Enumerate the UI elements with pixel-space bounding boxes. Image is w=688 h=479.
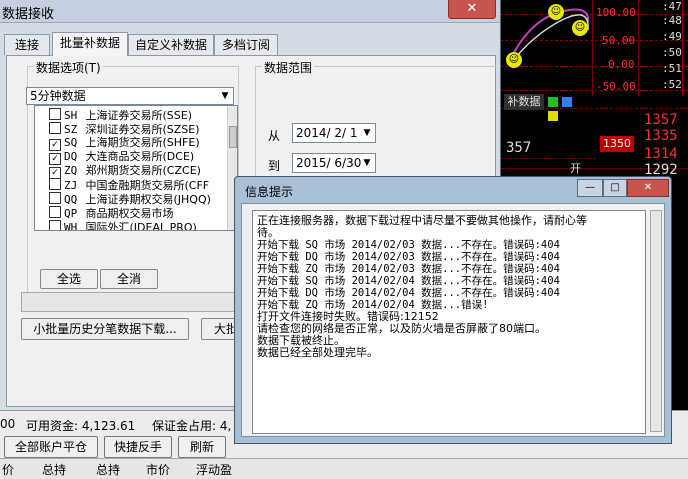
maximize-icon[interactable]: □ — [603, 179, 627, 197]
list-item[interactable]: QP 商品期权交易市场 — [37, 206, 174, 220]
log-line: 开始下载 DQ 市场 2014/02/03 数据...不存在。错误码:404 — [257, 251, 560, 263]
list-item[interactable]: ✓ SQ 上海期货交易所(SHFE) — [37, 136, 200, 151]
to-date-value: 2015/ 6/30 — [296, 156, 362, 170]
quick-reverse-button[interactable]: 快捷反手 — [104, 436, 172, 458]
checkbox[interactable] — [49, 122, 61, 134]
list-item[interactable]: WH 国际外汇(IDEAL PRO) — [37, 220, 197, 230]
column-header[interactable]: 价 — [2, 461, 14, 478]
list-item[interactable]: SZ 深圳证券交易所(SZSE) — [37, 122, 200, 136]
data-options-label: 数据选项(T) — [34, 59, 103, 76]
small-batch-download-button[interactable]: 小批量历史分笔数据下载... — [21, 318, 189, 340]
toolbar-icons — [548, 96, 584, 121]
column-header[interactable]: 总持 — [42, 461, 66, 478]
price-value: 1335 — [644, 128, 678, 144]
to-date-picker[interactable]: 2015/ 6/30 ▼ — [292, 153, 376, 173]
time-tick: :51 — [662, 62, 682, 75]
message-scrollbar[interactable] — [650, 210, 662, 432]
column-header[interactable]: 浮动盈 — [196, 461, 232, 478]
exchange-list[interactable]: SH 上海证券交易所(SSE) SZ 深圳证券交易所(SZSE) ✓ SQ 上海期… — [34, 105, 238, 231]
smiley-icon: ☺ — [506, 52, 522, 68]
close-icon[interactable]: ✕ — [448, 0, 496, 19]
price-value: 357 — [506, 140, 532, 156]
available-capital: 可用资金: 4,123.61 — [26, 419, 136, 433]
log-line: 数据已经全部处理完毕。 — [257, 346, 378, 359]
column-header[interactable]: 总持 — [96, 461, 120, 478]
smiley-icon: ☺ — [572, 20, 588, 36]
price-badge: 1350 — [600, 136, 634, 152]
indicator-curves — [509, 8, 590, 65]
checkbox[interactable] — [49, 108, 61, 120]
from-date-picker[interactable]: 2014/ 2/ 1 ▼ — [292, 123, 376, 143]
log-line: 开始下载 ZQ 市场 2014/02/03 数据...不存在。错误码:404 — [257, 263, 560, 275]
checkbox[interactable] — [49, 206, 61, 218]
checkbox[interactable] — [49, 220, 61, 230]
chevron-down-icon[interactable]: ▼ — [360, 156, 374, 171]
time-tick: :49 — [662, 30, 682, 43]
axis-price: 50.00 — [602, 34, 636, 47]
period-select[interactable]: 5分钟数据 ▼ — [26, 87, 234, 105]
tab-depth-subscribe[interactable]: 多档订阅 — [214, 34, 278, 55]
log-line: 开始下载 SQ 市场 2014/02/03 数据...不存在。错误码:404 — [257, 239, 560, 251]
dialog-body: 正在连接服务器，数据下载过程中请尽量不要做其他操作，请耐心等 待。 开始下载 S… — [241, 203, 665, 437]
from-date-value: 2014/ 2/ 1 — [296, 126, 358, 140]
to-label: 到 — [268, 159, 281, 173]
select-none-button[interactable]: 全消 — [100, 269, 158, 289]
left-digits: 00 — [0, 417, 16, 431]
list-item[interactable]: SH 上海证券交易所(SSE) — [37, 108, 192, 122]
column-header[interactable]: 市价 — [146, 461, 170, 478]
tab-connect[interactable]: 连接 — [4, 34, 50, 55]
dialog-title: 信息提示 — [245, 185, 294, 199]
scrollbar-thumb[interactable] — [229, 126, 237, 148]
log-line: 待。 — [257, 226, 279, 239]
checkbox[interactable] — [49, 192, 61, 204]
positions-header: 价 总持 总持 市价 浮动盈 — [0, 458, 688, 479]
checkbox[interactable] — [49, 178, 61, 190]
log-line: 开始下载 SQ 市场 2014/02/04 数据...不存在。错误码:404 — [257, 275, 560, 287]
period-value: 5分钟数据 — [30, 89, 86, 103]
time-tick: :52 — [662, 78, 682, 91]
title-bar[interactable]: 数据接收 ✕ — [0, 0, 500, 23]
data-range-label: 数据范围 — [262, 59, 315, 76]
data-options-group: 数据选项(T) 5分钟数据 ▼ SH 上海证券交易所(SSE) SZ 深圳证券交… — [26, 59, 239, 312]
window-title: 数据接收 — [2, 7, 55, 22]
open-label: 开 — [570, 162, 581, 175]
chevron-down-icon[interactable]: ▼ — [360, 126, 374, 141]
from-label: 从 — [268, 129, 281, 143]
close-icon[interactable]: ✕ — [627, 179, 669, 197]
list-item[interactable]: ✓ DQ 大连商品交易所(DCE) — [37, 150, 194, 165]
tab-batch-fill[interactable]: 批量补数据 — [52, 32, 128, 56]
list-item[interactable]: QQ 上海证券期权交易(JHQQ) — [37, 192, 211, 206]
list-item[interactable]: ZJ 中国金融期货交易所(CFF — [37, 178, 209, 192]
time-tick: :47 — [662, 0, 682, 13]
tab-custom-fill[interactable]: 自定义补数据 — [128, 34, 214, 55]
time-tick: :50 — [662, 46, 682, 59]
time-tick: :48 — [662, 14, 682, 27]
margin-used: 保证金占用: 4, — [152, 419, 232, 433]
select-all-button[interactable]: 全选 — [40, 269, 98, 289]
info-dialog: 信息提示 — □ ✕ 正在连接服务器，数据下载过程中请尽量不要做其他操作，请耐心… — [234, 176, 672, 444]
fill-data-tab[interactable]: 补数据 — [504, 94, 544, 110]
price-value: 1314 — [644, 146, 678, 162]
chevron-down-icon[interactable]: ▼ — [218, 89, 232, 104]
list-item[interactable]: ✓ ZQ 郑州期货交易所(CZCE) — [37, 164, 201, 179]
minimize-icon[interactable]: — — [577, 179, 603, 197]
message-log[interactable]: 正在连接服务器，数据下载过程中请尽量不要做其他操作，请耐心等 待。 开始下载 S… — [252, 210, 646, 434]
smiley-icon: ☺ — [548, 4, 564, 20]
axis-price: 0.00 — [608, 58, 635, 71]
axis-price: -50.00 — [596, 80, 636, 93]
axis-price: 100.00 — [596, 6, 636, 19]
log-line: 开始下载 DQ 市场 2014/02/04 数据...不存在。错误码:404 — [257, 287, 560, 299]
price-value: 1357 — [644, 112, 678, 128]
log-line: 正在连接服务器，数据下载过程中请尽量不要做其他操作，请耐心等 — [257, 214, 587, 227]
refresh-button[interactable]: 刷新 — [178, 436, 226, 458]
close-all-positions-button[interactable]: 全部账户平仓 — [4, 436, 98, 458]
